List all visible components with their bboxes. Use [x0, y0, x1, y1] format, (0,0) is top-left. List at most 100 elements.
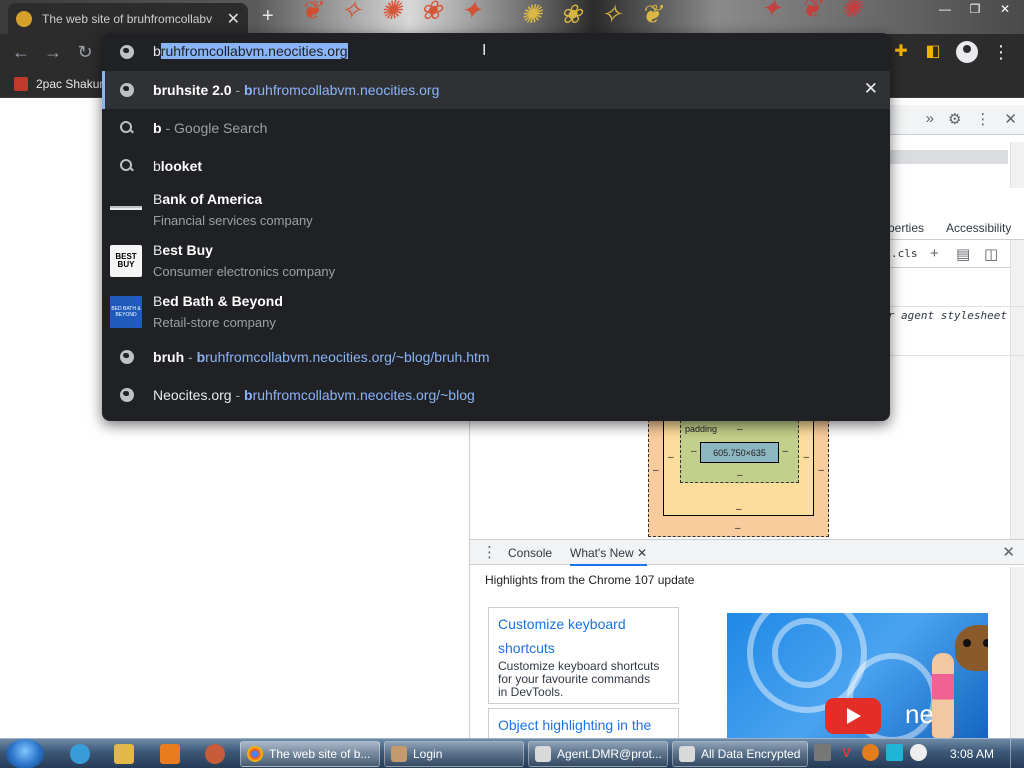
suggestion-row[interactable]: bruhsite 2.0 - bruhfromcollabvm.neocitie… [102, 71, 890, 109]
browser-tab[interactable]: The web site of bruhfromcollabv ✕ [8, 3, 248, 34]
tab-whats-new[interactable]: What's New ✕ [570, 546, 648, 566]
devtools-top-buttons: » ⚙ ⋮ ✕ [926, 110, 1017, 128]
maximize-button[interactable]: ❐ [960, 0, 990, 18]
window-app-icon [679, 746, 695, 762]
border-left-value[interactable]: – [668, 452, 674, 463]
internet-explorer-icon[interactable] [70, 744, 90, 764]
globe-icon [120, 388, 134, 402]
chrome-icon [247, 746, 263, 762]
padding-top-value[interactable]: – [737, 424, 743, 435]
box-model-margin: – – – border – – – – padding – – – – 605… [648, 404, 829, 537]
margin-right-value[interactable]: – [818, 465, 824, 476]
new-tab-button[interactable]: + [262, 5, 274, 28]
back-arrow-icon[interactable]: ← [10, 42, 32, 63]
bookmark-item[interactable]: 2pac Shakur [14, 77, 103, 91]
bookmark-label: 2pac Shakur [36, 77, 104, 91]
devtools-menu-icon[interactable]: ⋮ [975, 110, 990, 128]
input-autocomplete-selection: ruhfromcollabvm.neocities.org [160, 43, 348, 59]
profile-avatar-icon[interactable] [956, 41, 978, 63]
close-devtools-icon[interactable]: ✕ [1004, 110, 1017, 128]
styles-scrollbar[interactable] [1010, 240, 1024, 540]
suggestion-row[interactable]: b - Google Search [102, 109, 890, 147]
youtube-play-icon[interactable] [825, 698, 881, 734]
menu-kebab-icon[interactable]: ⋮ [992, 43, 1010, 61]
address-input[interactable]: bruhfromcollabvm.neocities.org [153, 43, 348, 59]
tab-console[interactable]: Console [508, 546, 552, 560]
feature-card-title[interactable]: shortcuts [498, 636, 669, 660]
suggestion-row[interactable]: BED BATH & BEYOND Bed Bath & Beyond Reta… [102, 287, 890, 338]
feature-card-title[interactable]: Customize keyboard [498, 612, 669, 636]
padding-bottom-value[interactable]: – [737, 470, 743, 481]
margin-bottom-value[interactable]: – [735, 523, 741, 534]
box-model-content[interactable]: 605.750×635 [700, 442, 779, 463]
border-right-value[interactable]: – [803, 452, 809, 463]
suggestion-row[interactable]: bruh - bruhfromcollabvm.neocities.org/~b… [102, 338, 890, 376]
system-tray: V [814, 744, 927, 761]
remove-suggestion-icon[interactable]: ✕ [864, 79, 878, 99]
suggestion-row[interactable]: blooket [102, 147, 890, 185]
tab-whats-new-label: What's New [570, 546, 634, 560]
globe-icon [120, 45, 134, 59]
suggestion-text: Neocites.org - bruhfromcollabvm.neocites… [153, 387, 475, 403]
reload-icon[interactable]: ↻ [74, 42, 96, 63]
start-orb-icon[interactable] [6, 739, 44, 768]
add-rule-icon[interactable]: + [930, 245, 939, 262]
forward-arrow-icon[interactable]: → [42, 42, 64, 63]
feature-card[interactable]: Customize keyboard shortcuts Customize k… [488, 607, 679, 704]
close-window-button[interactable]: ✕ [990, 0, 1020, 18]
media-player-icon[interactable] [160, 744, 180, 764]
taskbar-button-login[interactable]: Login [384, 741, 524, 767]
elements-scrollbar[interactable] [1010, 142, 1024, 188]
side-panel-icon[interactable]: ◧ [924, 43, 942, 61]
address-bar[interactable]: bruhfromcollabvm.neocities.org I [102, 33, 890, 71]
padding-right-value[interactable]: – [782, 446, 788, 457]
box-model-border: border – – – – padding – – – – 605.750×6… [663, 405, 814, 516]
search-icon [120, 121, 132, 133]
tray-v-icon[interactable]: V [838, 744, 855, 761]
taskbar-button-chrome[interactable]: The web site of b... [240, 741, 380, 767]
tray-monitor-icon[interactable] [886, 744, 903, 761]
input-typed-text: b [153, 43, 161, 59]
tray-app-icon[interactable] [814, 744, 831, 761]
tray-clock-app-icon[interactable] [910, 744, 927, 761]
close-tab-icon[interactable]: ✕ [227, 9, 240, 29]
show-desktop-button[interactable] [1010, 739, 1024, 768]
tab-properties[interactable]: perties [888, 221, 924, 235]
paint-icon[interactable] [205, 744, 225, 764]
extensions-puzzle-icon[interactable]: ✚ [892, 43, 910, 61]
site-favicon-icon [16, 10, 32, 27]
drawer-menu-icon[interactable]: ⋮ [482, 543, 497, 561]
tray-search-icon[interactable] [862, 744, 879, 761]
file-explorer-icon[interactable] [114, 744, 134, 764]
suggestion-row[interactable]: BEST BUY Best Buy Consumer electronics c… [102, 236, 890, 287]
cls-toggle-button[interactable]: .cls [891, 247, 918, 260]
whats-new-heading: Highlights from the Chrome 107 update [485, 573, 695, 587]
settings-gear-icon[interactable]: ⚙ [948, 110, 961, 128]
close-drawer-icon[interactable]: ✕ [1002, 543, 1015, 561]
suggestion-subtitle: Financial services company [153, 213, 313, 228]
tab-accessibility[interactable]: Accessibility [946, 221, 1011, 235]
whats-new-video-thumbnail[interactable]: new [727, 613, 988, 738]
sidebar-toggle-icon[interactable]: ◫ [984, 245, 998, 263]
suggestion-row[interactable]: Neocites.org - bruhfromcollabvm.neocites… [102, 376, 890, 414]
drawer-tab-bar: ⋮ Console What's New ✕ ✕ [470, 539, 1024, 566]
minimize-button[interactable]: — [930, 0, 960, 18]
feature-card-title[interactable]: Object highlighting in the [498, 713, 669, 737]
suggestion-row[interactable]: Bank of America Financial services compa… [102, 185, 890, 236]
taskbar-button-agent[interactable]: Agent.DMR@prot... [528, 741, 668, 767]
feature-card[interactable]: Object highlighting in the [488, 708, 679, 738]
border-bottom-value[interactable]: – [736, 504, 742, 515]
drawer-scrollbar[interactable] [1010, 567, 1024, 738]
padding-left-value[interactable]: – [691, 446, 697, 457]
paint-brush-icon[interactable]: ▤ [956, 245, 970, 263]
taskbar-clock[interactable]: 3:08 AM [950, 747, 994, 761]
selected-dom-node[interactable] [888, 150, 1008, 164]
more-tabs-chevron-icon[interactable]: » [926, 110, 934, 128]
omnibox-dropdown: bruhfromcollabvm.neocities.org I bruhsit… [102, 33, 890, 421]
search-icon [120, 159, 132, 171]
windows-taskbar: The web site of b... Login Agent.DMR@pro… [0, 738, 1024, 768]
taskbar-button-encrypted[interactable]: All Data Encrypted [672, 741, 808, 767]
margin-left-value[interactable]: – [653, 465, 659, 476]
login-app-icon [391, 746, 407, 762]
close-tab-icon[interactable]: ✕ [637, 546, 647, 560]
